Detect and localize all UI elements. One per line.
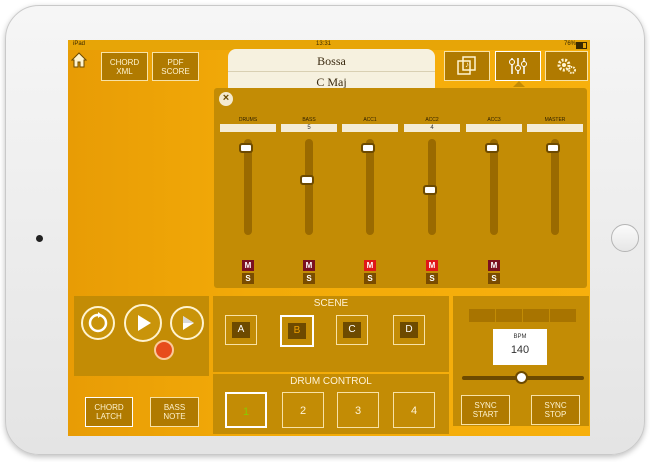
drum-control-panel: DRUM CONTROL 1234: [213, 374, 449, 434]
fader-knob[interactable]: [485, 143, 499, 153]
tempo-slider-knob[interactable]: [515, 371, 528, 384]
bpm-value: 140: [510, 344, 530, 356]
channel-fader[interactable]: [546, 139, 560, 235]
channel-value[interactable]: 4: [404, 124, 460, 132]
scene-button-c[interactable]: C: [336, 315, 368, 345]
mixer-icon[interactable]: [495, 51, 541, 81]
channel-value[interactable]: [527, 124, 583, 132]
loop-icon: [88, 312, 108, 333]
chord-latch-button[interactable]: CHORD LATCH: [85, 397, 133, 427]
pdf-score-button[interactable]: PDF SCORE: [152, 52, 199, 81]
solo-button[interactable]: S: [488, 273, 500, 284]
fader-knob[interactable]: [300, 175, 314, 185]
scene-title: SCENE: [313, 298, 349, 309]
play-icon: [138, 315, 151, 331]
drum-button-3[interactable]: 3: [337, 392, 379, 428]
mixer-channel-master: MASTER: [527, 117, 583, 287]
channel-fader[interactable]: [239, 139, 253, 235]
scene-panel: SCENE A B C D: [213, 296, 449, 372]
solo-button[interactable]: S: [364, 273, 376, 284]
beat-indicator: [469, 309, 495, 322]
beat-indicator: [496, 309, 522, 322]
drum-button-2[interactable]: 2: [282, 392, 324, 428]
channel-value[interactable]: [342, 124, 398, 132]
solo-button[interactable]: S: [303, 273, 315, 284]
sync-stop-button[interactable]: SYNC STOP: [531, 395, 580, 425]
fader-knob[interactable]: [423, 185, 437, 195]
channel-fader[interactable]: [423, 139, 437, 235]
channel-label: ACC1: [363, 117, 377, 123]
device-label: iPad: [73, 41, 86, 47]
bpm-display[interactable]: BPM 140: [493, 329, 547, 365]
mixer-channel-acc2: ACC2 4 M S: [404, 117, 460, 287]
mixer-channel-bass: BASS 5 M S: [281, 117, 337, 287]
channel-fader[interactable]: [485, 139, 499, 235]
app-screen: iPad 13:31 76% CHORD XML PDF SCORE Bossa…: [68, 40, 590, 436]
mixer-channel-drums: DRUMS M S: [220, 117, 276, 287]
scene-button-label: D: [400, 322, 418, 338]
chord-xml-button[interactable]: CHORD XML: [101, 52, 148, 81]
channel-label: MASTER: [544, 117, 566, 123]
bpm-label: BPM: [513, 334, 527, 340]
fader-knob[interactable]: [361, 143, 375, 153]
home-icon[interactable]: [70, 51, 88, 69]
camera-icon: [36, 235, 43, 242]
gear-icon[interactable]: [545, 51, 588, 81]
next-button[interactable]: [170, 306, 204, 340]
scene-button-a[interactable]: A: [225, 315, 257, 345]
scene-button-label: A: [232, 322, 250, 338]
ipad-frame: iPad 13:31 76% CHORD XML PDF SCORE Bossa…: [5, 5, 645, 455]
drum-button-4[interactable]: 4: [393, 392, 435, 428]
channel-value[interactable]: [466, 124, 522, 132]
song-selector[interactable]: Bossa C Maj: [228, 49, 435, 89]
next-icon: [183, 316, 194, 330]
scene-button-label: B: [288, 323, 306, 339]
mixer-pointer: [513, 81, 525, 87]
close-icon[interactable]: ×: [219, 92, 233, 106]
beat-indicator: [550, 309, 576, 322]
play-button[interactable]: [124, 304, 162, 342]
mute-button[interactable]: M: [426, 260, 438, 271]
battery-percent: 76%: [563, 41, 576, 47]
scene-button-d[interactable]: D: [393, 315, 425, 345]
channel-label: ACC2: [425, 117, 439, 123]
mute-button[interactable]: M: [303, 260, 315, 271]
mixer-channel-acc1: ACC1 M S: [342, 117, 398, 287]
transport-panel: [74, 296, 209, 376]
channel-fader[interactable]: [361, 139, 375, 235]
home-button[interactable]: [611, 224, 639, 252]
channel-label: DRUMS: [238, 117, 258, 123]
clock: 13:31: [316, 41, 332, 47]
song-divider: [228, 71, 435, 72]
scene-button-label: C: [343, 322, 361, 338]
loop-button[interactable]: [81, 306, 115, 340]
mute-button[interactable]: M: [488, 260, 500, 271]
beat-indicator: [523, 309, 549, 322]
scene-button-b[interactable]: B: [280, 315, 314, 347]
sync-start-button[interactable]: SYNC START: [461, 395, 510, 425]
channel-label: ACC3: [487, 117, 501, 123]
drum-control-title: DRUM CONTROL: [290, 376, 372, 387]
fader-knob[interactable]: [239, 143, 253, 153]
battery-icon: [576, 42, 587, 49]
mute-button[interactable]: M: [364, 260, 376, 271]
mixer-panel: × DRUMS M S BASS 5 M S ACC1 M S ACC2 4 M S ACC3 M S MASTE…: [214, 88, 587, 288]
tempo-slider[interactable]: [462, 371, 584, 384]
channel-fader[interactable]: [300, 139, 314, 235]
svg-text:♪: ♪: [465, 60, 469, 69]
song-style: Bossa: [317, 54, 346, 68]
tempo-panel: BPM 140 SYNC START SYNC STOP: [453, 296, 589, 426]
solo-button[interactable]: S: [426, 273, 438, 284]
channel-value[interactable]: [220, 124, 276, 132]
bass-note-button[interactable]: BASS NOTE: [150, 397, 199, 427]
channel-label: BASS: [302, 117, 316, 123]
record-button[interactable]: [154, 340, 174, 360]
mixer-channel-acc3: ACC3 M S: [466, 117, 522, 287]
solo-button[interactable]: S: [242, 273, 254, 284]
mute-button[interactable]: M: [242, 260, 254, 271]
fader-knob[interactable]: [546, 143, 560, 153]
songbook-icon[interactable]: ♪: [444, 51, 490, 81]
drum-button-1[interactable]: 1: [225, 392, 267, 428]
channel-value[interactable]: 5: [281, 124, 337, 132]
